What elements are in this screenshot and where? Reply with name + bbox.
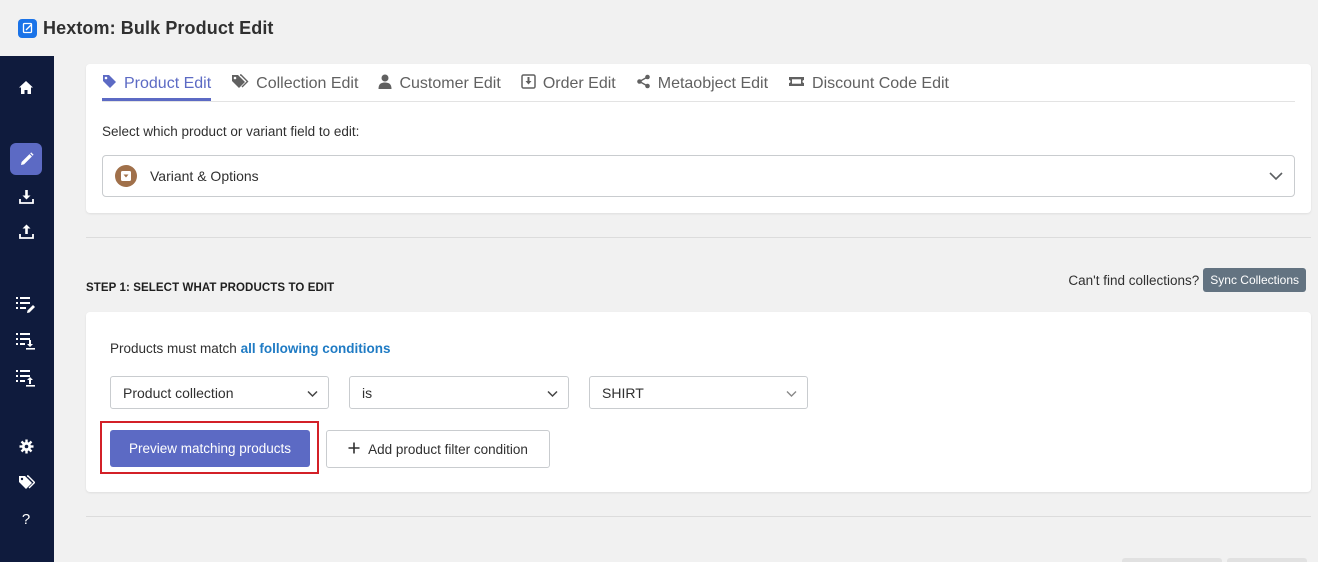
sidebar-item-import-tasks[interactable] [10, 325, 42, 357]
tab-customer-edit[interactable]: Customer Edit [378, 64, 501, 101]
pencil-icon [19, 151, 34, 167]
field-select-value: Variant & Options [150, 168, 259, 184]
tab-product-edit[interactable]: Product Edit [102, 64, 212, 101]
condition-operator-select[interactable]: is [349, 376, 569, 409]
match-type-link[interactable]: all following conditions [241, 341, 391, 356]
sidebar: ? [0, 56, 54, 562]
chevron-down-icon [785, 387, 798, 403]
sidebar-item-bulk-edit[interactable] [10, 143, 42, 175]
divider [86, 237, 1311, 238]
tab-label: Customer Edit [399, 74, 501, 92]
tab-order-edit[interactable]: Order Edit [521, 64, 616, 101]
variant-box-icon [115, 165, 137, 187]
add-filter-condition-button[interactable]: Add product filter condition [326, 430, 550, 468]
tags-icon [231, 73, 249, 94]
edit-tabs: Product Edit Collection Edit Customer Ed… [102, 64, 969, 101]
sidebar-item-export-tasks[interactable] [10, 362, 42, 394]
tab-label: Metaobject Edit [657, 74, 769, 92]
download-icon [18, 189, 34, 204]
sidebar-item-settings[interactable] [10, 430, 42, 462]
tab-label: Collection Edit [256, 74, 359, 92]
field-select-label: Select which product or variant field to… [102, 124, 360, 139]
tab-metaobject-edit[interactable]: Metaobject Edit [636, 64, 768, 101]
field-select[interactable]: Variant & Options [102, 155, 1295, 197]
tab-label: Product Edit [124, 74, 212, 92]
list-edit-icon [16, 296, 36, 314]
sidebar-item-edit-tasks[interactable] [10, 289, 42, 321]
condition-value-text: SHIRT [602, 384, 644, 401]
sidebar-item-import[interactable] [10, 180, 42, 212]
main-content: Product Edit Collection Edit Customer Ed… [54, 56, 1318, 562]
divider [86, 516, 1311, 517]
share-icon [636, 74, 651, 94]
sync-prompt: Can't find collections? [1068, 272, 1200, 288]
tab-divider [102, 101, 1295, 102]
sync-collections-button[interactable]: Sync Collections [1203, 268, 1306, 292]
preview-matching-products-button[interactable]: Preview matching products [110, 430, 310, 467]
chevron-down-icon [546, 387, 559, 403]
footer-button-partial[interactable] [1227, 558, 1307, 562]
sidebar-item-home[interactable] [10, 71, 42, 103]
condition-value-select[interactable]: SHIRT [589, 376, 808, 409]
upload-icon [18, 224, 34, 239]
add-filter-condition-label: Add product filter condition [368, 441, 528, 457]
conditions-prefix: Products must match [110, 341, 237, 356]
user-icon [378, 74, 392, 94]
app-title: Hextom: Bulk Product Edit [43, 17, 274, 38]
title-bar: Hextom: Bulk Product Edit [0, 0, 1318, 56]
question-icon: ? [21, 510, 31, 528]
list-upload-icon [16, 369, 36, 387]
tab-discount-code-edit[interactable]: Discount Code Edit [788, 64, 949, 101]
condition-operator-value: is [362, 384, 373, 401]
plus-icon [348, 442, 360, 457]
tab-collection-edit[interactable]: Collection Edit [231, 64, 358, 101]
tags-icon [18, 474, 35, 490]
chevron-down-icon [306, 387, 319, 403]
sidebar-item-export[interactable] [10, 215, 42, 247]
edit-type-card: Product Edit Collection Edit Customer Ed… [86, 64, 1311, 213]
conditions-text: Products must match all following condit… [110, 341, 391, 356]
tab-label: Order Edit [542, 74, 616, 92]
ticket-icon [788, 75, 805, 93]
condition-field-select[interactable]: Product collection [110, 376, 329, 409]
sidebar-item-tags[interactable] [10, 466, 42, 498]
conditions-card: Products must match all following condit… [86, 312, 1311, 492]
chevron-down-icon [1268, 168, 1284, 189]
gear-icon [19, 439, 34, 454]
step1-title: STEP 1: SELECT WHAT PRODUCTS TO EDIT [86, 282, 335, 294]
tag-icon [102, 74, 117, 94]
edit-note-icon [18, 18, 37, 38]
condition-field-value: Product collection [123, 384, 234, 401]
tab-label: Discount Code Edit [812, 74, 949, 92]
footer-button-partial[interactable] [1122, 558, 1222, 562]
list-download-icon [16, 332, 36, 350]
download-box-icon [521, 73, 536, 94]
home-icon [18, 80, 34, 95]
sidebar-item-help[interactable]: ? [10, 503, 42, 535]
sync-collections-area: Can't find collections? Sync Collections [1068, 268, 1306, 292]
